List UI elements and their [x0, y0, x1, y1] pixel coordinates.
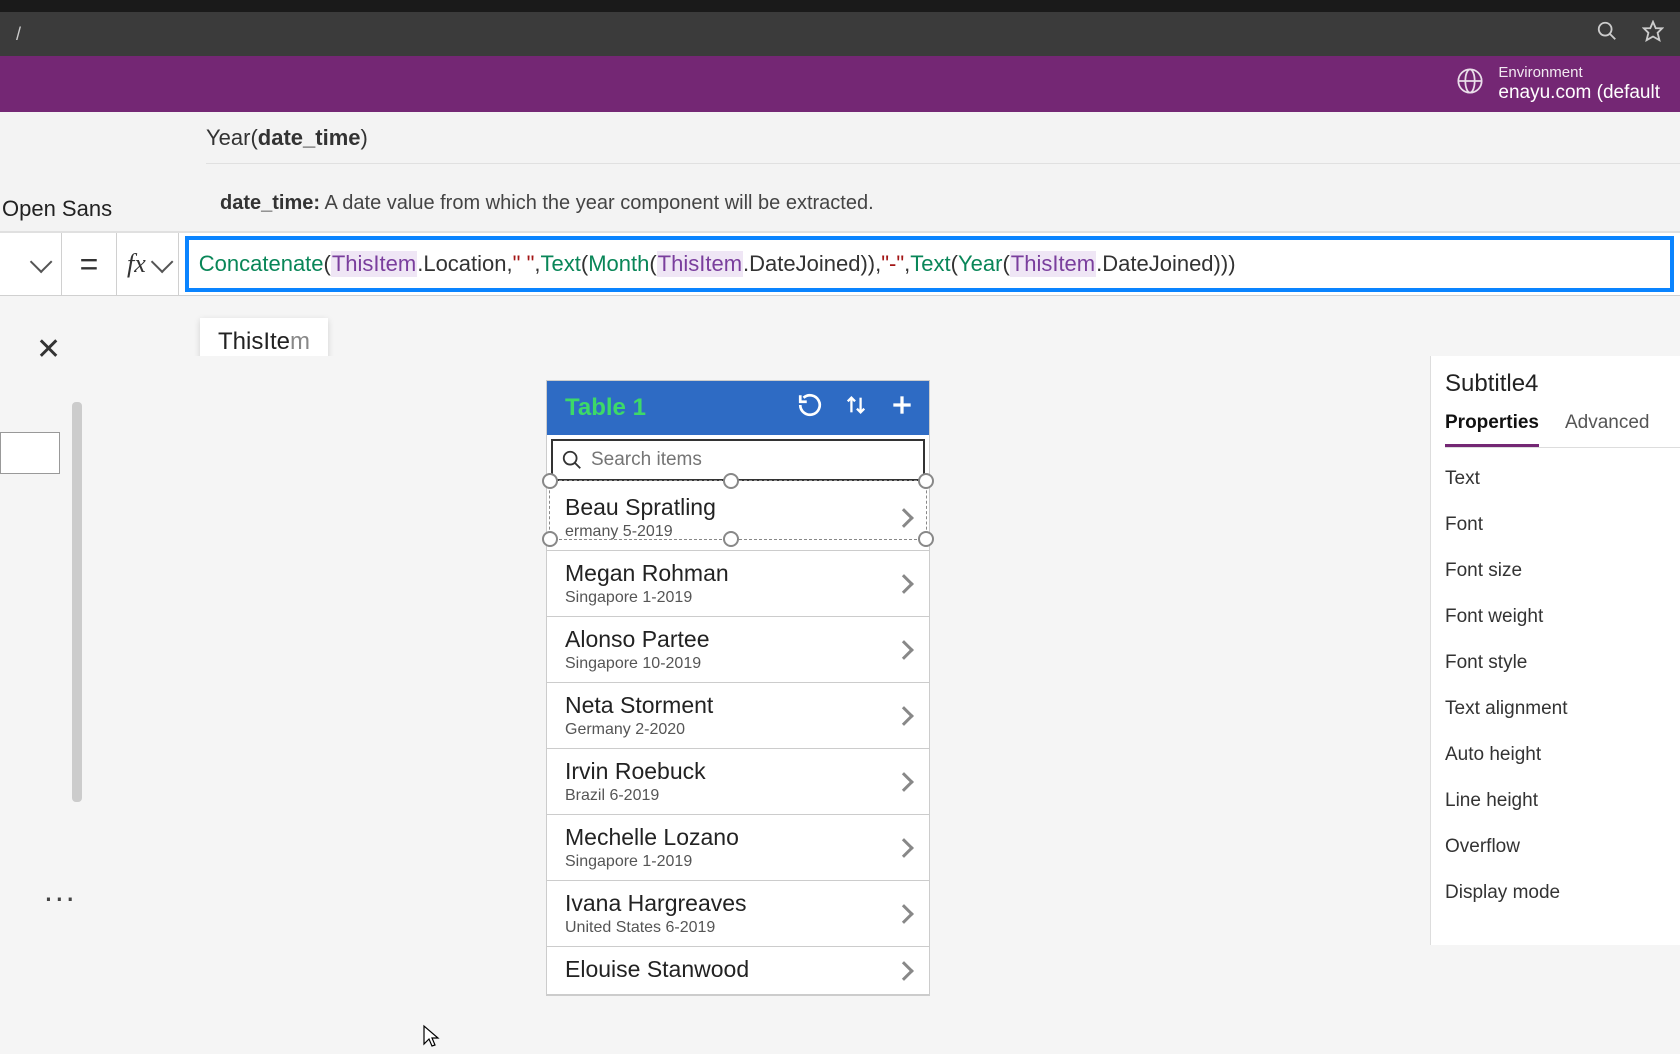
app-header: Environment enayu.com (default	[0, 56, 1680, 112]
chevron-down-icon	[151, 251, 174, 274]
help-description-row: date_time: A date value from which the y…	[0, 164, 1680, 232]
item-subtitle: ermany 5-2019	[565, 523, 716, 541]
fx-button[interactable]: fx	[116, 233, 179, 295]
property-dropdown[interactable]	[0, 233, 62, 295]
chevron-right-icon[interactable]	[894, 772, 914, 792]
search-input[interactable]	[591, 449, 915, 471]
chevron-right-icon[interactable]	[894, 574, 914, 594]
gallery-preview: Table 1 Beau Spratling ermany 5-2019 Megan…	[546, 380, 930, 996]
globe-icon	[1456, 67, 1484, 102]
item-name: Irvin Roebuck	[565, 758, 706, 785]
property-row[interactable]: Auto height	[1445, 744, 1680, 766]
selected-control-name: Subtitle4	[1445, 370, 1680, 398]
function-signature: Year(date_time)	[206, 125, 368, 151]
equals-sign: =	[62, 246, 116, 283]
property-row[interactable]: Font	[1445, 514, 1680, 536]
gallery-title: Table 1	[565, 394, 646, 422]
property-row[interactable]: Text alignment	[1445, 698, 1680, 720]
chevron-right-icon[interactable]	[894, 640, 914, 660]
gallery-header: Table 1	[547, 381, 929, 435]
item-name: Mechelle Lozano	[565, 824, 739, 851]
left-rail-input[interactable]	[0, 432, 60, 474]
env-label: Environment	[1498, 64, 1660, 81]
tab-properties[interactable]: Properties	[1445, 412, 1539, 447]
tab-advanced[interactable]: Advanced	[1565, 412, 1650, 447]
property-row[interactable]: Line height	[1445, 790, 1680, 812]
property-row[interactable]: Font weight	[1445, 606, 1680, 628]
fx-icon: fx	[127, 249, 146, 279]
property-list: Text Font Font size Font weight Font style Te…	[1445, 468, 1680, 904]
item-name: Ivana Hargreaves	[565, 890, 747, 917]
scrollbar[interactable]	[72, 402, 82, 802]
url-text: /	[16, 24, 21, 45]
chevron-right-icon[interactable]	[894, 706, 914, 726]
chevron-right-icon[interactable]	[894, 508, 914, 528]
panel-tabs: Properties Advanced	[1445, 412, 1680, 448]
search-box[interactable]	[551, 439, 925, 481]
search-icon	[561, 449, 583, 471]
gallery-list: Beau Spratling ermany 5-2019 Megan Rohman S…	[547, 485, 929, 995]
property-row[interactable]: Overflow	[1445, 836, 1680, 858]
font-name-label[interactable]: Open Sans	[2, 196, 112, 222]
item-name: Elouise Stanwood	[565, 956, 749, 983]
star-icon[interactable]	[1642, 20, 1664, 48]
list-item[interactable]: Neta Storment Germany 2-2020	[547, 683, 929, 749]
item-name: Megan Rohman	[565, 560, 729, 587]
add-icon[interactable]	[889, 392, 915, 425]
properties-panel: Subtitle4 Properties Advanced Text Font Fo…	[1430, 356, 1680, 945]
list-item[interactable]: Alonso Partee Singapore 10-2019	[547, 617, 929, 683]
formula-input[interactable]: Concatenate(ThisItem.Location, " ", Text…	[185, 236, 1674, 292]
help-signature-row: Year(date_time)	[0, 112, 1680, 164]
item-subtitle: United States 6-2019	[565, 919, 747, 937]
property-row[interactable]: Text	[1445, 468, 1680, 490]
item-subtitle: Brazil 6-2019	[565, 787, 706, 805]
env-value: enayu.com (default	[1498, 82, 1660, 104]
list-item[interactable]: Megan Rohman Singapore 1-2019	[547, 551, 929, 617]
list-item[interactable]: Ivana Hargreaves United States 6-2019	[547, 881, 929, 947]
list-item[interactable]: Mechelle Lozano Singapore 1-2019	[547, 815, 929, 881]
sort-icon[interactable]	[845, 392, 867, 425]
chevron-down-icon	[30, 251, 53, 274]
param-description: date_time: A date value from which the y…	[220, 192, 1680, 215]
chevron-right-icon[interactable]	[894, 904, 914, 924]
browser-tabstrip	[0, 0, 1680, 12]
more-icon[interactable]: ...	[44, 872, 77, 909]
cursor-icon	[422, 1024, 440, 1054]
chevron-right-icon[interactable]	[894, 838, 914, 858]
chevron-right-icon[interactable]	[894, 961, 914, 981]
ribbon-left-edge	[0, 112, 206, 164]
item-subtitle: Singapore 1-2019	[565, 853, 739, 871]
list-item[interactable]: Irvin Roebuck Brazil 6-2019	[547, 749, 929, 815]
property-row[interactable]: Font style	[1445, 652, 1680, 674]
item-subtitle: Singapore 1-2019	[565, 589, 729, 607]
property-row[interactable]: Font size	[1445, 560, 1680, 582]
list-item[interactable]: Elouise Stanwood	[547, 947, 929, 995]
refresh-icon[interactable]	[797, 392, 823, 425]
item-name: Alonso Partee	[565, 626, 709, 653]
item-name: Neta Storment	[565, 692, 713, 719]
search-icon[interactable]	[1596, 20, 1618, 48]
list-item[interactable]: Beau Spratling ermany 5-2019	[547, 485, 929, 551]
close-icon[interactable]: ✕	[36, 332, 61, 367]
item-subtitle: Singapore 10-2019	[565, 655, 709, 673]
formula-bar: = fx Concatenate(ThisItem.Location, " ",…	[0, 232, 1680, 296]
browser-url-bar: /	[0, 12, 1680, 56]
item-subtitle: Germany 2-2020	[565, 721, 713, 739]
environment-selector[interactable]: Environment enayu.com (default	[1456, 64, 1660, 103]
item-name: Beau Spratling	[565, 494, 716, 521]
property-row[interactable]: Display mode	[1445, 882, 1680, 904]
